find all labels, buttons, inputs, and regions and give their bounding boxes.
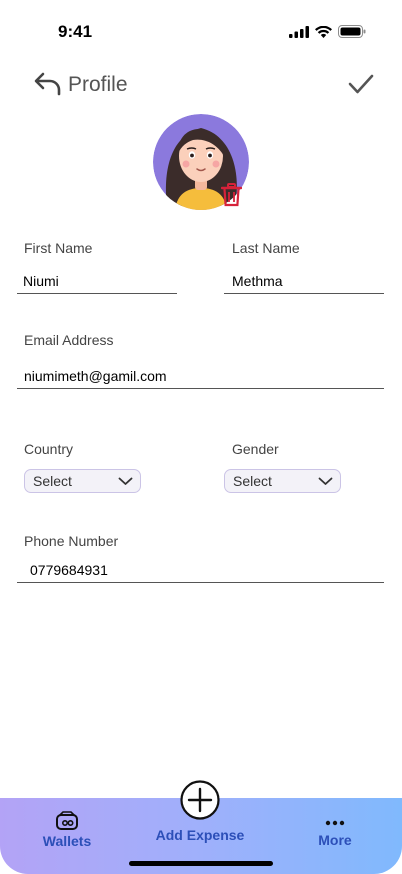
- last-name-input[interactable]: [224, 271, 384, 294]
- nav-add-expense-label: Add Expense: [155, 827, 245, 843]
- last-name-label: Last Name: [232, 240, 300, 256]
- battery-icon: [338, 25, 366, 38]
- first-name-input[interactable]: [17, 271, 177, 294]
- cellular-signal-icon: [289, 25, 309, 38]
- status-bar: 9:41: [0, 0, 402, 60]
- country-label: Country: [24, 441, 74, 457]
- wallet-icon: [56, 811, 78, 830]
- email-label: Email Address: [24, 332, 114, 348]
- gender-select-value: Select: [233, 473, 272, 489]
- nav-more-label: More: [318, 832, 352, 848]
- first-name-label: First Name: [24, 240, 93, 256]
- header: Profile: [0, 70, 402, 100]
- more-dots-icon: [325, 820, 345, 826]
- phone-input[interactable]: [17, 560, 384, 583]
- checkmark-icon[interactable]: [348, 72, 374, 96]
- status-time: 9:41: [58, 22, 93, 41]
- email-input[interactable]: [17, 366, 384, 389]
- nav-wallets[interactable]: Wallets: [42, 811, 92, 849]
- nav-more[interactable]: More: [310, 820, 360, 848]
- trash-icon[interactable]: [221, 183, 242, 207]
- wifi-icon: [315, 25, 332, 38]
- nav-add-expense[interactable]: Add Expense: [150, 827, 250, 843]
- gender-label: Gender: [232, 441, 279, 457]
- country-select-value: Select: [33, 473, 72, 489]
- page-title: Profile: [68, 73, 128, 96]
- country-select[interactable]: Select: [24, 469, 141, 493]
- status-icons: [289, 25, 366, 38]
- phone-label: Phone Number: [24, 533, 119, 549]
- back-arrow-icon[interactable]: [33, 71, 63, 97]
- gender-select[interactable]: Select: [224, 469, 341, 493]
- home-indicator: [129, 861, 273, 866]
- nav-wallets-label: Wallets: [42, 833, 92, 849]
- plus-circle-icon[interactable]: [180, 780, 220, 820]
- chevron-down-icon: [318, 477, 333, 485]
- chevron-down-icon: [118, 477, 133, 485]
